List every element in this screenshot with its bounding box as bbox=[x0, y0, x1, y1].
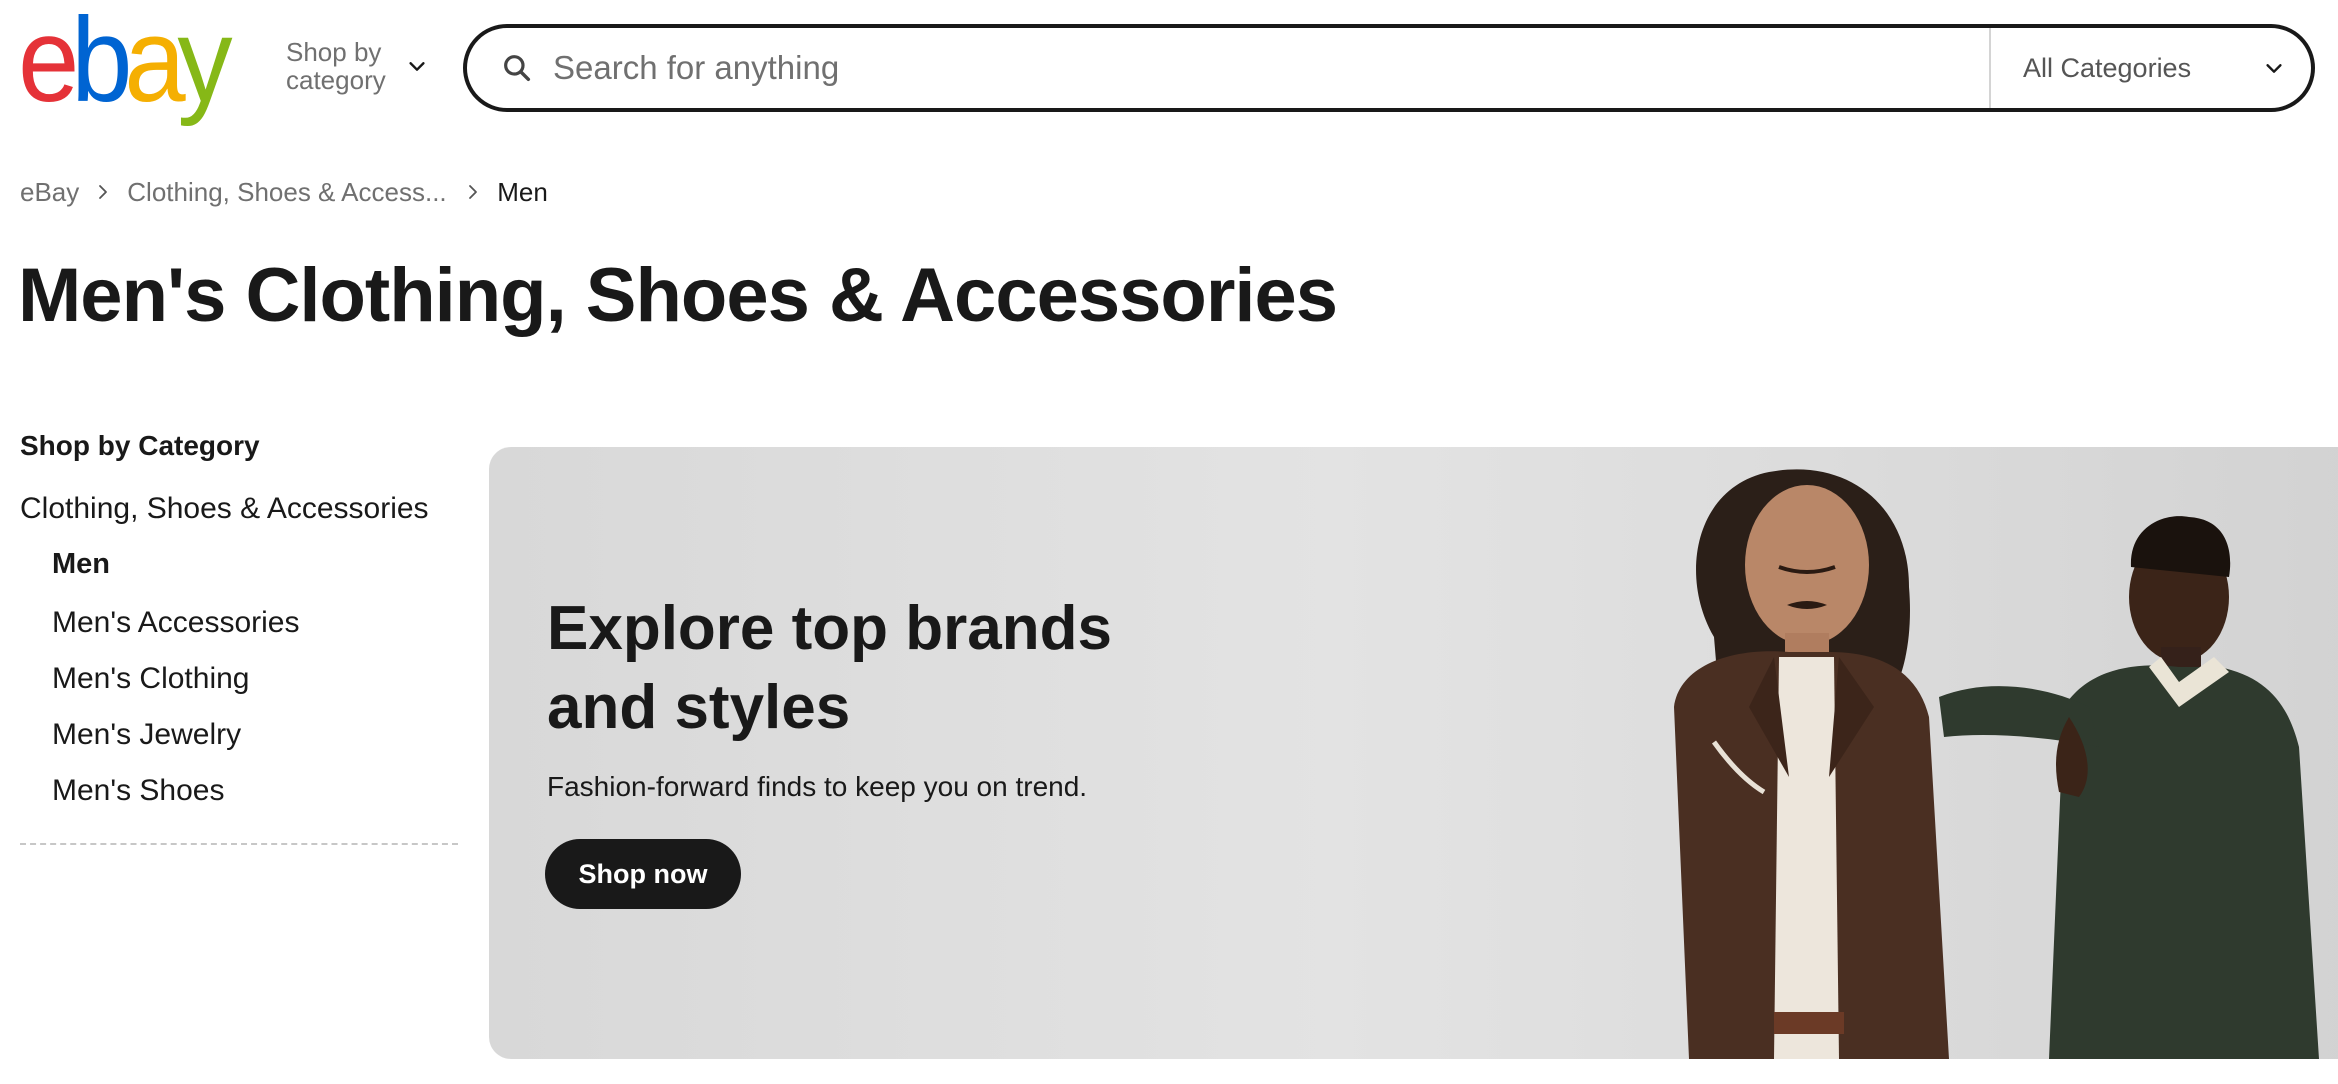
sidebar-item-mens-accessories[interactable]: Men's Accessories bbox=[52, 606, 300, 639]
shop-by-category-label: Shop by category bbox=[286, 37, 386, 95]
hero-models-photo bbox=[1674, 469, 2319, 1059]
breadcrumb: eBay Clothing, Shoes & Access... Men bbox=[20, 174, 548, 210]
hero-title: Explore top brands and styles bbox=[547, 594, 1112, 742]
sidebar-item-men: Men bbox=[52, 548, 110, 580]
logo-letter-a: a bbox=[124, 0, 185, 127]
category-sidebar: Shop by Category Clothing, Shoes & Acces… bbox=[20, 430, 458, 845]
list-item: Men's Shoes bbox=[52, 763, 458, 819]
breadcrumb-current: Men bbox=[497, 176, 548, 207]
sidebar-item-mens-jewelry[interactable]: Men's Jewelry bbox=[52, 718, 241, 751]
shop-now-button[interactable]: Shop now bbox=[545, 839, 741, 909]
category-select-value: All Categories bbox=[2023, 52, 2192, 83]
hero-subtitle: Fashion-forward finds to keep you on tre… bbox=[547, 771, 1088, 802]
category-select[interactable]: All Categories bbox=[1989, 28, 2311, 108]
chevron-down-icon bbox=[409, 62, 425, 71]
search-input[interactable] bbox=[553, 28, 1989, 108]
hero-banner[interactable]: Explore top brands and styles Fashion-fo… bbox=[489, 447, 2338, 1059]
chevron-down-icon bbox=[2266, 64, 2282, 73]
sidebar-divider bbox=[20, 843, 458, 845]
logo-letter-y: y bbox=[177, 0, 232, 127]
search-icon bbox=[504, 55, 531, 82]
sidebar-item-mens-clothing[interactable]: Men's Clothing bbox=[52, 662, 250, 695]
shop-by-category-button[interactable]: Shop by category bbox=[286, 36, 436, 96]
breadcrumb-separator bbox=[449, 184, 497, 200]
list-item: Men's Accessories bbox=[52, 595, 458, 651]
search-bar: All Categories bbox=[463, 24, 2315, 112]
chevron-right-icon bbox=[99, 185, 108, 199]
logo-letter-e: e bbox=[18, 0, 79, 127]
breadcrumb-separator bbox=[79, 184, 127, 200]
search-button[interactable] bbox=[467, 28, 553, 108]
sidebar-item-clothing-shoes-accessories[interactable]: Clothing, Shoes & Accessories bbox=[20, 492, 458, 526]
site-header: e b a y Shop by category All Categories bbox=[0, 0, 2338, 130]
breadcrumb-clothing[interactable]: Clothing, Shoes & Access... bbox=[127, 177, 449, 208]
ebay-logo[interactable]: e b a y bbox=[18, 0, 233, 127]
sidebar-heading: Shop by Category bbox=[20, 430, 260, 461]
logo-letter-b: b bbox=[71, 0, 132, 127]
breadcrumb-ebay[interactable]: eBay bbox=[20, 177, 79, 208]
chevron-right-icon bbox=[469, 185, 478, 199]
page-title: Men's Clothing, Shoes & Accessories bbox=[18, 253, 1338, 338]
list-item: Men's Clothing bbox=[52, 651, 458, 707]
sidebar-item-mens-shoes[interactable]: Men's Shoes bbox=[52, 774, 225, 807]
list-item: Men's Jewelry bbox=[52, 707, 458, 763]
sidebar-subcategory-list: Men's Accessories Men's Clothing Men's J… bbox=[52, 595, 458, 819]
